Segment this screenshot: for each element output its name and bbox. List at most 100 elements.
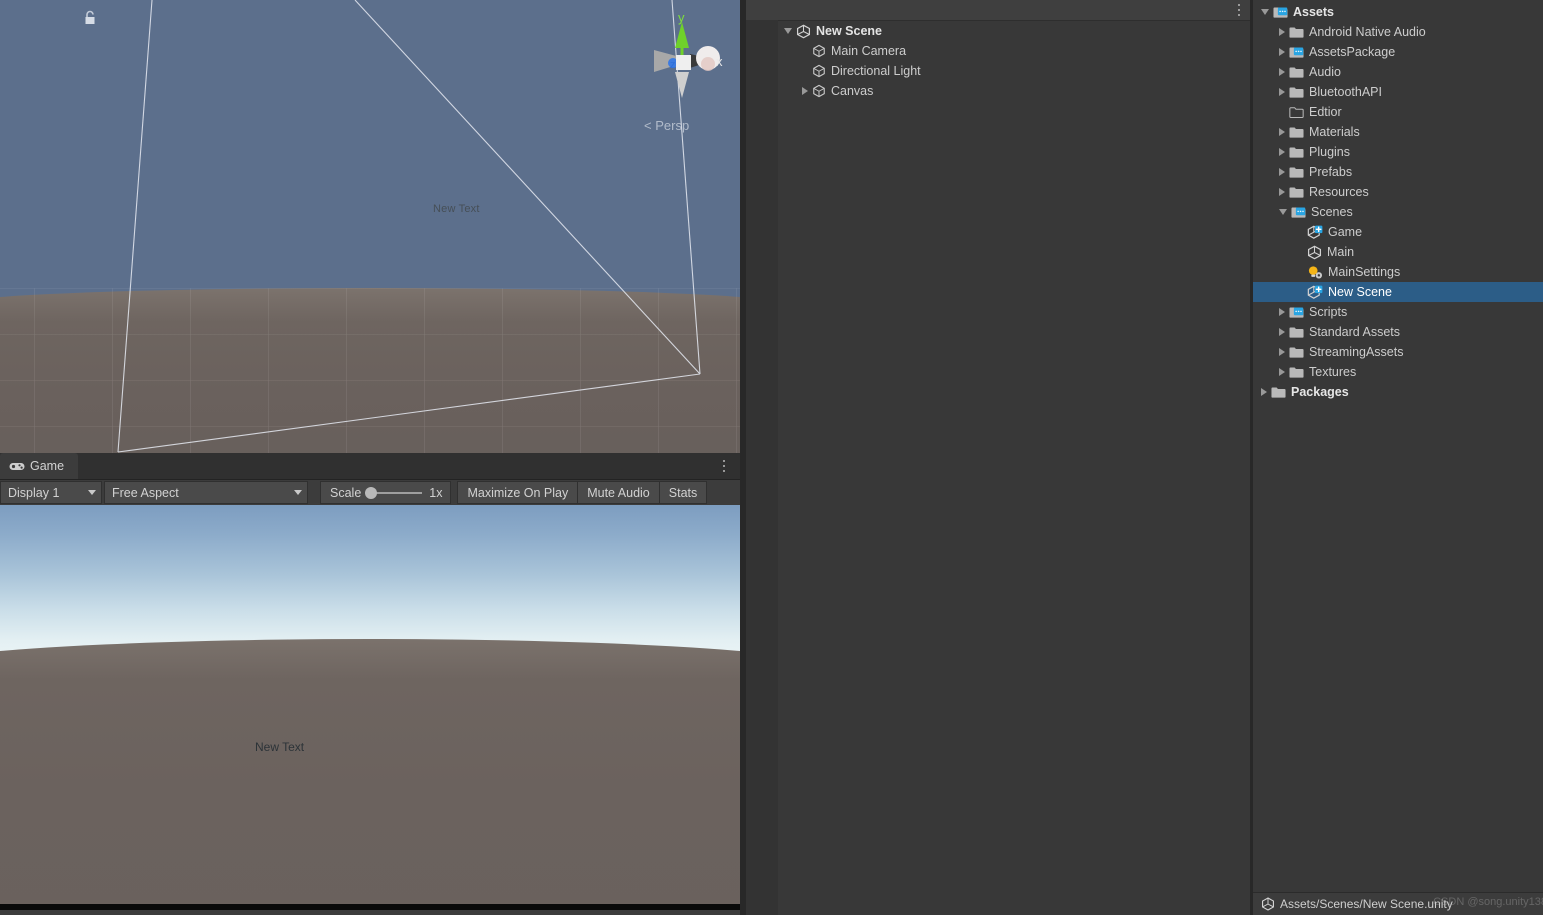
project-row-game[interactable]: Game	[1253, 222, 1543, 242]
chevron-right-icon[interactable]	[1279, 328, 1285, 336]
project-panel: Assets Android Native Audio AssetsPackage A…	[1253, 0, 1543, 915]
project-row-label: Edtior	[1309, 105, 1342, 119]
project-row-materials[interactable]: Materials	[1253, 122, 1543, 142]
package-folder-icon	[1291, 206, 1306, 219]
hierarchy-row-label: New Scene	[816, 24, 883, 38]
twisty-placeholder	[802, 67, 808, 76]
folder-icon	[1289, 326, 1304, 339]
chevron-right-icon[interactable]	[1279, 88, 1285, 96]
project-row-android-native-audio[interactable]: Android Native Audio	[1253, 22, 1543, 42]
hierarchy-panel: New Scene Main Camera Directional Light Can…	[746, 0, 1250, 915]
hierarchy-row-canvas[interactable]: Canvas	[746, 81, 1250, 101]
project-row-label: Materials	[1309, 125, 1360, 139]
unity-scene-icon	[1307, 245, 1322, 260]
project-row-plugins[interactable]: Plugins	[1253, 142, 1543, 162]
axis-gizmo-icon[interactable]: y z x	[628, 8, 736, 112]
project-row-label: Packages	[1291, 385, 1349, 399]
project-row-packages[interactable]: Packages	[1253, 382, 1543, 402]
project-row-label: Scripts	[1309, 305, 1348, 319]
unity-scene-icon	[1261, 897, 1275, 911]
chevron-right-icon[interactable]	[1279, 188, 1285, 196]
scene-orientation-gizmo[interactable]: y z x < Persp	[628, 8, 736, 138]
game-letterbox	[0, 904, 740, 910]
gizmo-arrow-icon: <	[644, 118, 652, 133]
project-row-bluetoothapi[interactable]: BluetoothAPI	[1253, 82, 1543, 102]
project-row-mainsettings[interactable]: MainSettings	[1253, 262, 1543, 282]
twisty-placeholder	[1297, 288, 1303, 297]
chevron-right-icon[interactable]	[1279, 28, 1285, 36]
folder-icon	[1289, 366, 1304, 379]
chevron-down-icon[interactable]	[784, 28, 792, 34]
project-row-prefabs[interactable]: Prefabs	[1253, 162, 1543, 182]
twisty-placeholder	[1297, 228, 1303, 237]
chevron-down-icon[interactable]	[1279, 209, 1287, 215]
project-row-resources[interactable]: Resources	[1253, 182, 1543, 202]
folder-icon	[1289, 126, 1304, 139]
project-row-label: StreamingAssets	[1309, 345, 1404, 359]
folder-icon	[1289, 166, 1304, 179]
chevron-right-icon[interactable]	[1279, 48, 1285, 56]
lock-open-icon[interactable]	[83, 10, 97, 29]
game-render-view[interactable]: New Text	[0, 505, 740, 910]
lighting-settings-icon	[1307, 265, 1323, 280]
display-dropdown[interactable]: Display 1	[0, 481, 102, 504]
stats-button[interactable]: Stats	[659, 481, 708, 504]
project-row-label: Scenes	[1311, 205, 1353, 219]
aspect-dropdown-value: Free Aspect	[112, 485, 179, 500]
scale-slider-control[interactable]: Scale 1x	[320, 481, 452, 504]
chevron-right-icon[interactable]	[1279, 128, 1285, 136]
chevron-right-icon[interactable]	[1279, 68, 1285, 76]
svg-text:x: x	[716, 54, 723, 69]
folder-empty-icon	[1289, 106, 1304, 119]
scene-add-icon	[1307, 285, 1323, 300]
gameobject-cube-icon	[812, 64, 826, 78]
project-row-edtior[interactable]: Edtior	[1253, 102, 1543, 122]
chevron-right-icon[interactable]	[1279, 348, 1285, 356]
folder-icon	[1289, 86, 1304, 99]
project-row-label: Game	[1328, 225, 1363, 239]
scene-ground	[0, 287, 740, 453]
hierarchy-row-new-scene[interactable]: New Scene	[746, 21, 1250, 41]
project-row-streamingassets[interactable]: StreamingAssets	[1253, 342, 1543, 362]
package-folder-icon	[1273, 6, 1288, 19]
twisty-placeholder	[1297, 268, 1303, 277]
project-row-assetspackage[interactable]: AssetsPackage	[1253, 42, 1543, 62]
aspect-ratio-dropdown[interactable]: Free Aspect	[104, 481, 308, 504]
hierarchy-row-directional-light[interactable]: Directional Light	[746, 61, 1250, 81]
display-dropdown-value: Display 1	[8, 485, 60, 500]
game-panel-kebab-menu[interactable]	[716, 457, 732, 475]
scene-view[interactable]: New Text y z x < Persp	[0, 0, 740, 453]
hierarchy-indent-strip	[746, 20, 778, 915]
project-row-main[interactable]: Main	[1253, 242, 1543, 262]
tab-game[interactable]: Game	[0, 453, 79, 479]
mute-audio-button[interactable]: Mute Audio	[578, 481, 660, 504]
scale-slider-track[interactable]	[365, 486, 423, 499]
project-row-scenes[interactable]: Scenes	[1253, 202, 1543, 222]
project-row-standard-assets[interactable]: Standard Assets	[1253, 322, 1543, 342]
project-row-textures[interactable]: Textures	[1253, 362, 1543, 382]
hierarchy-kebab-menu[interactable]	[1237, 1, 1240, 19]
chevron-right-icon[interactable]	[1261, 388, 1267, 396]
svg-text:z: z	[670, 59, 676, 71]
folder-icon	[1289, 66, 1304, 79]
scene-add-icon	[1307, 225, 1323, 240]
scene-grid	[0, 287, 740, 453]
project-row-label: Plugins	[1309, 145, 1350, 159]
project-row-new-scene[interactable]: New Scene	[1253, 282, 1543, 302]
chevron-right-icon[interactable]	[1279, 368, 1285, 376]
project-row-audio[interactable]: Audio	[1253, 62, 1543, 82]
chevron-right-icon[interactable]	[1279, 148, 1285, 156]
project-row-assets[interactable]: Assets	[1253, 2, 1543, 22]
chevron-right-icon[interactable]	[1279, 308, 1285, 316]
hierarchy-row-main-camera[interactable]: Main Camera	[746, 41, 1250, 61]
project-row-scripts[interactable]: Scripts	[1253, 302, 1543, 322]
unity-scene-icon	[796, 24, 811, 39]
hierarchy-row-label: Main Camera	[831, 44, 907, 58]
maximize-on-play-button[interactable]: Maximize On Play	[457, 481, 579, 504]
folder-icon	[1271, 386, 1286, 399]
chevron-right-icon[interactable]	[1279, 168, 1285, 176]
twisty-placeholder	[1297, 248, 1303, 257]
scale-slider-knob[interactable]	[365, 486, 378, 499]
chevron-right-icon[interactable]	[802, 87, 808, 95]
chevron-down-icon[interactable]	[1261, 9, 1269, 15]
